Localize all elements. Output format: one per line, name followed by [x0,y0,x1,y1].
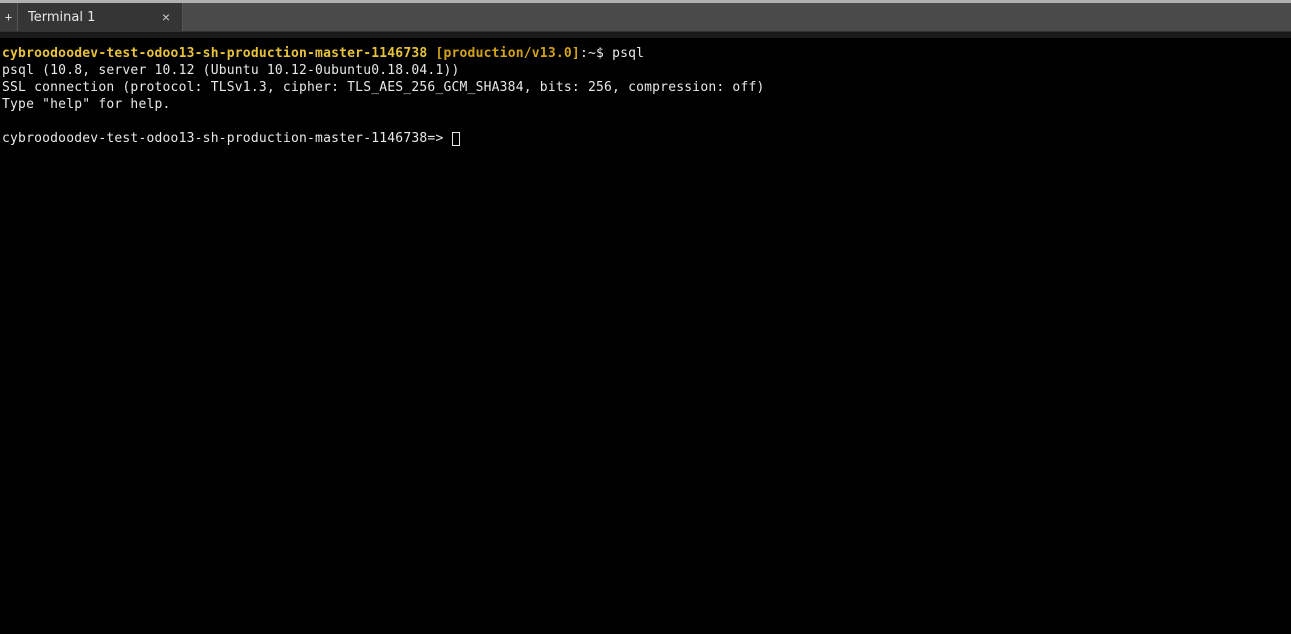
output-line: psql (10.8, server 10.12 (Ubuntu 10.12-0… [2,62,1289,79]
tab-title: Terminal 1 [28,10,95,25]
blank-line [2,113,1289,130]
prompt-path: ~ [588,46,596,61]
tab-bar: + Terminal 1 × [0,3,1291,31]
prompt-separator: : [580,46,588,61]
cursor [452,132,460,146]
psql-prompt-line: cybroodoodev-test-odoo13-sh-production-m… [2,130,1289,147]
close-icon[interactable]: × [162,9,170,25]
tab-separator [0,31,1291,39]
output-line: SSL connection (protocol: TLSv1.3, ciphe… [2,79,1289,96]
add-tab-button[interactable]: + [0,3,18,31]
plus-icon: + [5,10,12,24]
tab-terminal-1[interactable]: Terminal 1 × [18,3,183,31]
output-line: Type "help" for help. [2,96,1289,113]
prompt-dollar: $ [596,46,612,61]
psql-prompt: cybroodoodev-test-odoo13-sh-production-m… [2,131,452,146]
prompt-line-1: cybroodoodev-test-odoo13-sh-production-m… [2,45,1289,62]
command-text: psql [612,46,644,61]
terminal-output[interactable]: cybroodoodev-test-odoo13-sh-production-m… [0,39,1291,634]
prompt-hostname: cybroodoodev-test-odoo13-sh-production-m… [2,46,427,61]
prompt-branch: [production/v13.0] [427,46,580,61]
